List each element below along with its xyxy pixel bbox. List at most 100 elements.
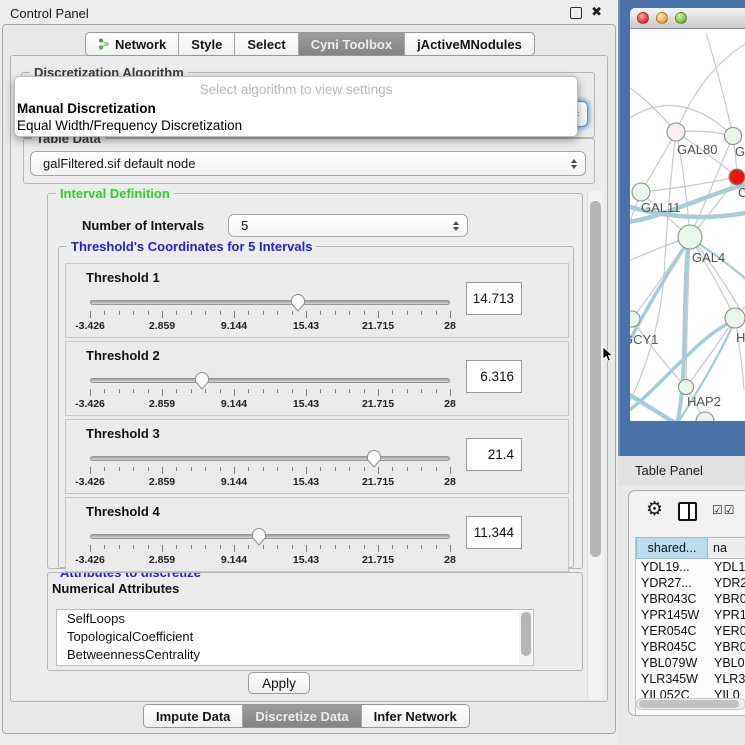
network-node[interactable] [679,380,694,395]
threshold-slider[interactable]: -3.4262.8599.14415.4321.71528 [90,526,450,568]
tab-impute-data[interactable]: Impute Data [144,705,242,727]
close-traffic-light-icon[interactable] [637,12,649,24]
table-hscrollbar[interactable] [636,698,745,710]
threshold-value-field[interactable]: 14.713 [466,282,522,315]
float-window-icon[interactable] [570,7,582,19]
table-panel: ⚙ ☑☑ shared... na YDL19...YDL1YDR27...YD… [618,486,745,745]
network-edge [706,33,733,136]
panel-title: Control Panel [10,6,89,21]
table-data-combo-value: galFiltered.sif default node [43,156,195,171]
tick-mark [162,389,163,396]
minimize-traffic-light-icon[interactable] [656,12,668,24]
column-header-name[interactable]: na [708,537,745,559]
threshold-slider[interactable]: -3.4262.8599.14415.4321.71528 [90,448,450,490]
threshold-value-field[interactable]: 11.344 [466,516,522,549]
tick-mark [191,311,192,315]
split-columns-icon[interactable] [678,502,697,521]
table-row[interactable]: YBR043CYBR0 [636,591,745,607]
cell-shared-name: YDL19... [636,560,708,574]
algorithm-option[interactable]: Equal Width/Frequency Discretization [15,117,577,134]
table-data-combo[interactable]: galFiltered.sif default node [30,151,586,176]
threshold-panel: Threshold 4-3.4262.8599.14415.4321.71528… [65,497,569,572]
attribute-list-item[interactable]: TopologicalCoefficient [57,628,533,646]
cell-shared-name: YPR145W [636,608,708,622]
slider-tick-labels: -3.4262.8599.14415.4321.71528 [90,398,450,410]
list-scrollbar[interactable] [519,611,532,664]
algorithm-dropdown-popup: Select algorithm to view settings Manual… [14,76,578,137]
cell-name: YDL1 [708,560,745,574]
slider-track[interactable] [90,378,450,383]
zoom-traffic-light-icon[interactable] [675,12,687,24]
tick-label: 28 [444,554,456,566]
gear-icon[interactable]: ⚙ [646,499,663,519]
table-hscrollbar-thumb[interactable] [639,700,739,708]
node-label: GAL11 [641,200,681,215]
threshold-value-field[interactable]: 6.316 [466,360,522,393]
tick-mark [364,311,365,315]
tab-jactivemnodules[interactable]: jActiveMNodules [404,33,534,55]
select-columns-icon[interactable]: ☑☑ [712,503,736,517]
attribute-list-item[interactable]: BetweennessCentrality [57,646,533,664]
network-node[interactable] [667,123,685,141]
combo-arrows-icon [453,221,461,231]
network-window-titlebar[interactable] [630,8,745,29]
main-scrollbar-thumb[interactable] [590,201,601,557]
network-node[interactable] [678,225,702,249]
network-node[interactable] [729,169,745,185]
attribute-list-item[interactable]: SelfLoops [57,610,533,628]
table-row[interactable]: YBL079WYBL0 [636,655,745,671]
table-row[interactable]: YDL19...YDL1 [636,559,745,575]
tick-mark [234,467,235,474]
threshold-slider[interactable]: -3.4262.8599.14415.4321.71528 [90,370,450,412]
network-node[interactable] [725,308,745,328]
tick-label: 9.144 [221,398,247,410]
tick-mark [220,467,221,471]
tab-infer-network[interactable]: Infer Network [361,705,469,727]
slider-thumb[interactable] [194,371,210,390]
algorithm-option[interactable]: Manual Discretization [15,100,577,117]
tick-mark [421,545,422,549]
tab-discretize-data[interactable]: Discretize Data [242,705,360,727]
slider-track[interactable] [90,456,450,461]
slider-thumb[interactable] [290,293,306,312]
column-header-shared-name[interactable]: shared... [636,537,708,559]
table-row[interactable]: YER054CYER0 [636,623,745,639]
cell-name: YER0 [708,624,745,638]
tab-network[interactable]: Network [86,33,178,55]
list-scrollbar-thumb[interactable] [521,612,531,656]
table-row[interactable]: YPR145WYPR1 [636,607,745,623]
main-scrollbar[interactable] [587,191,603,699]
tab-style[interactable]: Style [178,33,234,55]
slider-thumb[interactable] [251,527,267,546]
tick-mark [392,467,393,471]
network-window[interactable]: GAL80GACGAL11GAL4GCY1HHAP2 [630,8,745,420]
table-row[interactable]: YBR045CYBR0 [636,639,745,655]
tick-mark [234,389,235,396]
tick-label: 2.859 [149,320,175,332]
slider-track[interactable] [90,534,450,539]
apply-button[interactable]: Apply [248,672,310,694]
num-intervals-combo[interactable]: 5 [228,214,468,237]
network-node[interactable] [725,128,742,145]
network-node[interactable] [696,412,714,421]
tick-mark [349,389,350,393]
slider-thumb[interactable] [366,449,382,468]
thresholds-group: Threshold's Coordinates for 5 Intervals … [58,246,574,568]
network-node[interactable] [632,183,650,201]
table-row[interactable]: YDR27...YDR2 [636,575,745,591]
network-canvas[interactable]: GAL80GACGAL11GAL4GCY1HHAP2 [630,29,745,421]
tick-mark [349,311,350,315]
tab-select[interactable]: Select [234,33,297,55]
close-panel-icon[interactable]: ✖ [591,6,602,19]
slider-track[interactable] [90,300,450,305]
tick-mark [436,311,437,315]
threshold-value-field[interactable]: 21.4 [466,438,522,471]
table-row[interactable]: YLR345WYLR3 [636,671,745,687]
tick-mark [277,311,278,315]
threshold-slider[interactable]: -3.4262.8599.14415.4321.71528 [90,292,450,334]
tick-mark [263,467,264,471]
tick-label: 9.144 [221,476,247,488]
tick-mark [191,545,192,549]
tab-cyni-toolbox[interactable]: Cyni Toolbox [298,33,404,55]
numerical-attributes-list[interactable]: SelfLoopsTopologicalCoefficientBetweenne… [56,609,534,666]
